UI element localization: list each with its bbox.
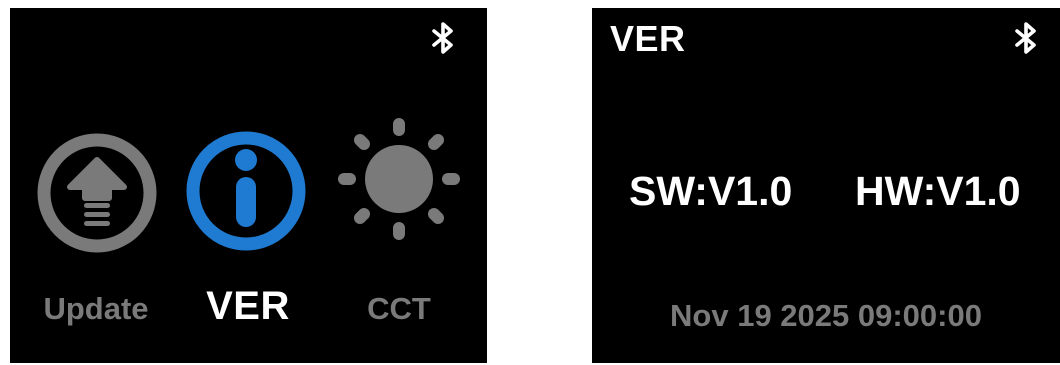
info-icon[interactable] [185,130,307,252]
version-screen: VER SW:V1.0 HW:V1.0 Nov 19 2025 09:00:00 [592,8,1060,363]
hardware-version: HW:V1.0 [855,168,1021,214]
menu-item-update-label[interactable]: Update [26,291,166,327]
build-date: Nov 19 2025 09:00:00 [670,298,982,333]
bluetooth-icon [1015,22,1036,54]
upload-arrow-icon[interactable] [36,132,158,254]
software-version: SW:V1.0 [629,168,793,214]
page-title: VER [610,18,686,59]
menu-item-cct-label[interactable]: CCT [329,291,469,327]
sun-brightness-icon[interactable] [338,118,460,240]
menu-screen: Update VER CCT [10,8,487,363]
bluetooth-icon [432,22,453,54]
menu-item-ver-label[interactable]: VER [178,284,318,329]
